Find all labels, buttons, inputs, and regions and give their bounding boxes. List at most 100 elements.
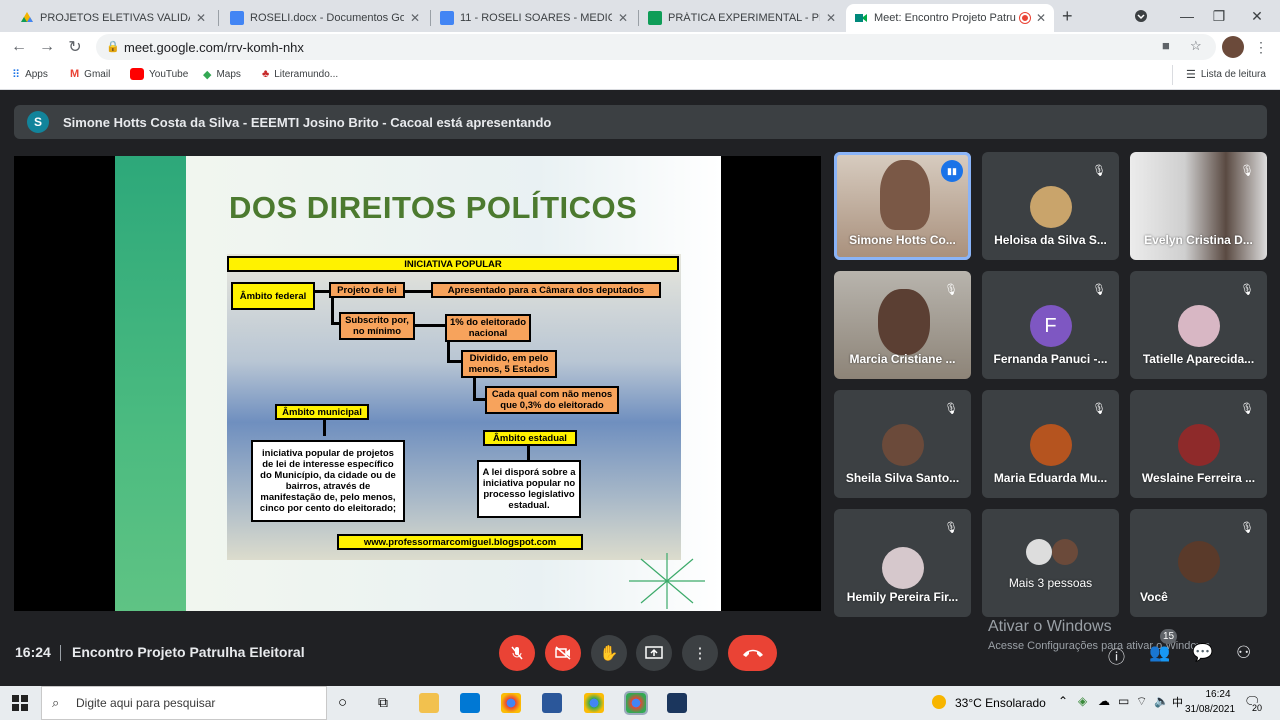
vpn-app-icon[interactable] — [667, 693, 687, 713]
literamundo-icon: ♣ — [262, 68, 270, 80]
battery-icon[interactable]: ▭ — [1118, 694, 1129, 708]
tab-pratica-experimental[interactable]: PRÁTICA EXPERIMENTAL - PD - 3º E ✕ — [640, 4, 844, 32]
windows-activation-title: Ativar o Windows — [988, 618, 1112, 635]
tray-app-icon[interactable]: ◈ — [1078, 694, 1087, 708]
bookmark-star-icon[interactable]: ☆ — [1190, 38, 1202, 54]
self-tile[interactable]: 🎙 Você — [1130, 509, 1267, 617]
forward-icon[interactable]: → — [32, 32, 62, 62]
participant-tile[interactable]: 🎙 Hemily Pereira Fir... — [834, 509, 971, 617]
tray-chevron-icon[interactable]: ⌃ — [1058, 694, 1068, 708]
reading-list[interactable]: ☰ Lista de leitura — [1186, 68, 1266, 81]
bookmark-literamundo[interactable]: ♣ Literamundo... — [262, 68, 338, 80]
participant-video — [880, 160, 930, 230]
back-icon[interactable]: ← — [4, 32, 34, 62]
task-view-icon[interactable]: ⧉ — [378, 694, 388, 711]
tab-search-icon[interactable] — [1118, 0, 1164, 32]
end-call-button[interactable] — [728, 635, 777, 671]
mic-off-icon: 🎙 — [1092, 402, 1106, 415]
camera-icon[interactable]: ■ — [1162, 38, 1170, 53]
participant-name: Hemily Pereira Fir... — [846, 590, 959, 604]
activities-icon[interactable]: ⚇ — [1236, 643, 1251, 663]
volume-icon[interactable]: 🔈 — [1154, 694, 1169, 708]
participant-avatar — [881, 547, 924, 589]
box-ambito-federal: Âmbito federal — [231, 282, 315, 310]
window-close-icon[interactable]: ✕ — [1234, 0, 1280, 32]
chrome-profile-icon[interactable] — [584, 693, 604, 713]
close-icon[interactable]: ✕ — [618, 11, 628, 25]
present-screen-button[interactable] — [636, 635, 672, 671]
close-icon[interactable]: ✕ — [1036, 11, 1046, 25]
onedrive-icon[interactable]: ☁ — [1098, 694, 1110, 708]
participant-tile[interactable]: ▮▮ Simone Hotts Co... — [834, 152, 971, 260]
bookmark-maps[interactable]: ◆ Maps — [203, 68, 241, 81]
bookmark-apps[interactable]: ⠿ Apps — [12, 68, 48, 81]
tab-label: ROSELI.docx - Documentos Google — [250, 12, 404, 24]
taskbar-time[interactable]: 16:24 — [1196, 689, 1240, 700]
diagram-header: INICIATIVA POPULAR — [227, 256, 679, 272]
chat-icon[interactable]: 💬 — [1192, 643, 1213, 663]
tab-roseli-soares[interactable]: 11 - ROSELI SOARES - MEDICINA EI ✕ — [432, 4, 636, 32]
tab-label: 11 - ROSELI SOARES - MEDICINA EI — [460, 12, 612, 24]
more-participants-tile[interactable]: Mais 3 pessoas — [982, 509, 1119, 617]
more-options-button[interactable]: ⋮ — [682, 635, 718, 671]
new-tab-button[interactable]: + — [1062, 6, 1073, 27]
box-dividido: Dividido, em pelo menos, 5 Estados — [461, 350, 557, 378]
slide-title: DOS DIREITOS POLÍTICOS — [229, 190, 638, 225]
participant-name: Fernanda Panuci -... — [993, 352, 1108, 366]
box-municipal-text: iniciativa popular de projetos de lei de… — [251, 440, 405, 522]
reload-icon[interactable]: ↻ — [60, 32, 90, 62]
notification-count: 20 — [1252, 703, 1263, 713]
file-explorer-icon[interactable] — [419, 693, 439, 713]
camera-off-button[interactable] — [545, 635, 581, 671]
participant-tile[interactable]: 🎙 Evelyn Cristina D... — [1130, 152, 1267, 260]
bookmark-gmail[interactable]: M Gmail — [70, 68, 110, 80]
cortana-icon[interactable]: ○ — [338, 694, 347, 711]
taskbar-date[interactable]: 31/08/2021 — [1180, 704, 1240, 715]
participant-avatar — [1177, 305, 1220, 347]
google-docs-icon — [440, 11, 454, 25]
weather-text[interactable]: 33°C Ensolarado — [955, 696, 1046, 710]
tab-label: Meet: Encontro Projeto Patrulh — [874, 12, 1016, 24]
participant-name: Weslaine Ferreira ... — [1141, 471, 1256, 485]
lock-icon: 🔒 — [106, 41, 120, 53]
participant-tile[interactable]: F 🎙 Fernanda Panuci -... — [982, 271, 1119, 379]
windows-start-icon[interactable] — [12, 695, 28, 714]
chrome-icon[interactable] — [501, 693, 521, 713]
participant-tile[interactable]: 🎙 Marcia Cristiane ... — [834, 271, 971, 379]
participant-tile[interactable]: 🎙 Tatielle Aparecida... — [1130, 271, 1267, 379]
bookmark-youtube[interactable]: YouTube — [130, 68, 188, 80]
close-icon[interactable]: ✕ — [410, 11, 420, 25]
box-um-porcento: 1% do eleitorado nacional — [445, 314, 531, 342]
wifi-icon[interactable]: ⌔ — [1136, 694, 1147, 709]
chrome-active-icon[interactable] — [624, 691, 648, 715]
participant-tile[interactable]: 🎙 Maria Eduarda Mu... — [982, 390, 1119, 498]
tab-label: PROJETOS ELETIVAS VALIDADOS - G — [40, 12, 190, 24]
close-icon[interactable]: ✕ — [826, 11, 836, 25]
profile-avatar[interactable] — [1222, 36, 1244, 58]
box-estadual-text: A lei disporá sobre a iniciativa popular… — [477, 460, 581, 518]
menu-icon[interactable]: ⋮ — [1254, 39, 1268, 56]
mic-off-button[interactable] — [499, 635, 535, 671]
close-icon[interactable]: ✕ — [196, 11, 206, 25]
people-icon[interactable]: 👥 — [1149, 643, 1170, 663]
mic-off-icon: 🎙 — [1092, 164, 1106, 177]
participant-video — [878, 289, 930, 355]
tab-projetos-eletivas[interactable]: PROJETOS ELETIVAS VALIDADOS - G ✕ — [12, 4, 214, 32]
participant-tile[interactable]: 🎙 Heloisa da Silva S... — [982, 152, 1119, 260]
speaking-indicator-icon: ▮▮ — [941, 160, 963, 182]
address-bar[interactable]: 🔒 meet.google.com/rrv-komh-nhx ■ ☆ — [96, 34, 1216, 60]
tab-roseli-docx[interactable]: ROSELI.docx - Documentos Google ✕ — [222, 4, 428, 32]
mail-icon[interactable] — [460, 693, 480, 713]
participant-avatar — [1177, 424, 1220, 466]
participant-tile[interactable]: 🎙 Weslaine Ferreira ... — [1130, 390, 1267, 498]
mic-off-icon: 🎙 — [1092, 283, 1106, 296]
participant-avatar — [1029, 186, 1072, 228]
raise-hand-button[interactable]: ✋ — [591, 635, 627, 671]
url-text: meet.google.com/rrv-komh-nhx — [124, 39, 304, 55]
participant-tile[interactable]: 🎙 Sheila Silva Santo... — [834, 390, 971, 498]
meeting-details-icon[interactable]: ⓘ — [1108, 643, 1125, 668]
tab-meet[interactable]: Meet: Encontro Projeto Patrulh ✕ — [846, 4, 1054, 32]
word-icon[interactable] — [542, 693, 562, 713]
taskbar-search[interactable]: ⌕ Digite aqui para pesquisar — [41, 686, 327, 720]
maps-icon: ◆ — [203, 69, 212, 81]
